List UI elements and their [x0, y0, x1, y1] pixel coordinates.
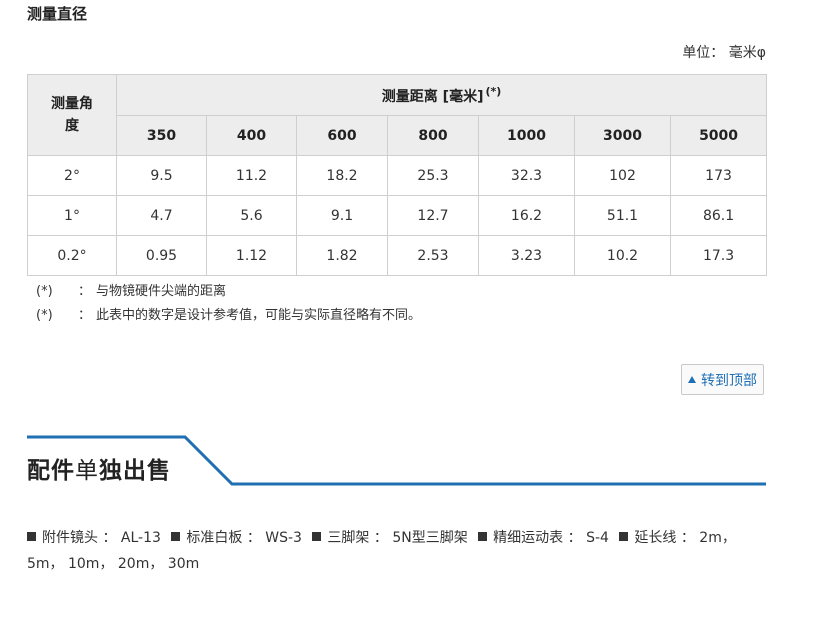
distance-col-header: 600 [296, 115, 388, 156]
square-bullet-icon [619, 532, 629, 541]
arrow-up-icon [688, 376, 696, 383]
distance-col-header: 350 [116, 115, 207, 156]
value-cell: 16.2 [478, 195, 575, 236]
note-text: 与物镜硬件尖端的距离 [96, 284, 227, 299]
item-separator: ： [246, 530, 261, 546]
item-name: 延长线 [634, 530, 677, 546]
value-cell: 1.12 [206, 235, 297, 276]
back-to-top-label: 转到顶部 [701, 372, 757, 389]
list-item: 三脚架 ： 5N型三脚架 [312, 530, 468, 546]
item-separator: ： [680, 530, 695, 546]
value-cell: 17.3 [669, 235, 768, 276]
distance-col-header: 5000 [669, 115, 768, 156]
value-cell: 18.2 [296, 155, 388, 196]
value-cell: 5.6 [206, 195, 297, 236]
item-value: 5N型三脚架 [392, 530, 468, 546]
distance-header-note: (*) [485, 84, 502, 98]
item-name: 附件镜头 [42, 530, 98, 546]
value-cell: 4.7 [116, 195, 207, 236]
measurement-table: 测量角 度 测量距离 [毫米] (*) 350 400 600 800 1000 … [27, 74, 768, 276]
note-colon: ： [78, 284, 92, 299]
value-cell: 1.82 [296, 235, 388, 276]
distance-col-header: 3000 [574, 115, 671, 156]
table-row: 0.2° 0.95 1.12 1.82 2.53 3.23 10.2 17.3 [27, 235, 768, 276]
note-text: 此表中的数字是设计参考值，可能与实际直径略有不同。 [96, 308, 422, 323]
item-name: 三脚架 [327, 530, 370, 546]
title-part: 单 [75, 458, 99, 484]
value-cell: 9.5 [116, 155, 207, 196]
back-to-top-button[interactable]: 转到顶部 [681, 364, 764, 395]
table-row: 2° 9.5 11.2 18.2 25.3 32.3 102 173 [27, 155, 768, 196]
value-cell: 32.3 [478, 155, 575, 196]
angle-cell: 0.2° [27, 235, 117, 276]
distance-col-header: 1000 [478, 115, 575, 156]
item-separator: ： [567, 530, 582, 546]
angle-header-line-2: 度 [65, 118, 79, 134]
square-bullet-icon [312, 532, 322, 541]
item-value: S-4 [586, 530, 609, 546]
distance-header-label: 测量距离 [毫米] [381, 88, 484, 105]
angle-cell: 2° [27, 155, 117, 196]
value-cell: 102 [574, 155, 671, 196]
list-item: 标准白板 ： WS-3 [171, 530, 302, 546]
item-name: 精细运动表 [493, 530, 564, 546]
note-line: (*) ： 与物镜硬件尖端的距离 [36, 280, 421, 304]
table-row: 1° 4.7 5.6 9.1 12.7 16.2 51.1 86.1 [27, 195, 768, 236]
list-item: 附件镜头 ： AL-13 [27, 530, 161, 546]
angle-header: 测量角 度 [27, 74, 117, 156]
note-colon: ： [78, 308, 92, 323]
square-bullet-icon [478, 532, 488, 541]
value-cell: 0.95 [116, 235, 207, 276]
value-cell: 10.2 [574, 235, 671, 276]
value-cell: 86.1 [669, 195, 768, 236]
angle-header-line-1: 测量角 [51, 96, 93, 112]
title-part: 独出售 [99, 458, 171, 484]
unit-label: 单位： 毫米φ [682, 45, 766, 61]
value-cell: 9.1 [296, 195, 388, 236]
distance-col-header: 800 [387, 115, 479, 156]
value-cell: 3.23 [478, 235, 575, 276]
square-bullet-icon [27, 532, 36, 541]
distance-header: 测量距离 [毫米] (*) [115, 74, 768, 116]
value-cell: 51.1 [574, 195, 671, 236]
accessories-title: 配件单独出售 [27, 451, 171, 485]
accessories-list: 附件镜头 ： AL-13 标准白板 ： WS-3 三脚架 ： 5N型三脚架 精细… [27, 525, 757, 577]
title-part: 配件 [27, 458, 75, 484]
value-cell: 2.53 [387, 235, 479, 276]
note-mark: (*) [36, 284, 53, 299]
distance-col-header: 400 [206, 115, 297, 156]
item-value: AL-13 [120, 530, 161, 546]
value-cell: 12.7 [387, 195, 479, 236]
value-cell: 25.3 [387, 155, 479, 196]
square-bullet-icon [171, 532, 181, 541]
item-separator: ： [373, 530, 388, 546]
section-title: 测量直径 [27, 5, 88, 23]
note-line: (*) ： 此表中的数字是设计参考值，可能与实际直径略有不同。 [36, 304, 421, 328]
item-name: 标准白板 [186, 530, 243, 546]
list-item: 精细运动表 ： S-4 [478, 530, 609, 546]
accessories-header: 配件单独出售 [27, 435, 766, 487]
value-cell: 173 [669, 155, 768, 196]
item-separator: ： [102, 530, 117, 546]
note-mark: (*) [36, 308, 53, 323]
table-notes: (*) ： 与物镜硬件尖端的距离 (*) ： 此表中的数字是设计参考值，可能与实际直径略… [36, 280, 421, 328]
angle-cell: 1° [27, 195, 117, 236]
value-cell: 11.2 [206, 155, 297, 196]
item-value: WS-3 [265, 530, 302, 546]
